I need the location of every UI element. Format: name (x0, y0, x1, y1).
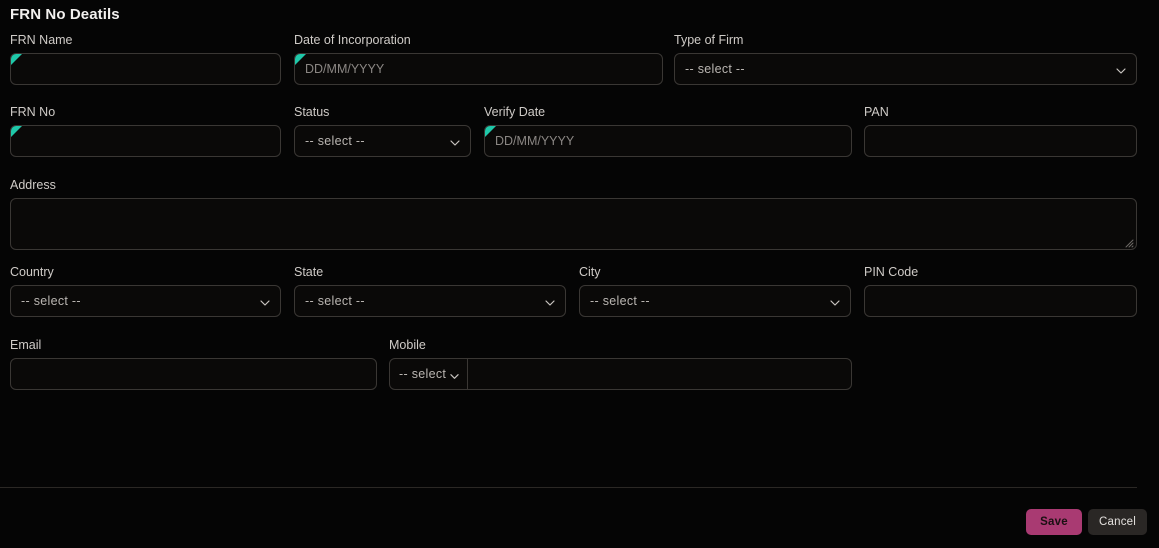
chevron-down-icon (450, 370, 459, 379)
form-row-3: Address (0, 178, 1159, 265)
field-pin-code: PIN Code (864, 265, 1137, 317)
field-pan: PAN (864, 105, 1137, 157)
address-textarea[interactable] (10, 198, 1137, 250)
field-address: Address (10, 178, 1137, 250)
city-select[interactable]: -- select -- (579, 285, 851, 317)
type-of-firm-value: -- select -- (685, 62, 745, 76)
field-label-state: State (294, 265, 324, 279)
form-row-2: FRN No Status -- select -- Verify Date D… (0, 105, 1159, 178)
frn-details-panel: FRN No Deatils FRN Name Date of Incorpor… (0, 0, 1159, 548)
state-select[interactable]: -- select -- (294, 285, 566, 317)
field-city: City -- select -- (579, 265, 851, 317)
form-row-4: Country -- select -- State -- select -- (0, 265, 1159, 338)
pan-input[interactable] (864, 125, 1137, 157)
field-label-address: Address (10, 178, 56, 192)
field-mobile: Mobile -- select (389, 338, 852, 390)
email-input[interactable] (10, 358, 377, 390)
type-of-firm-select[interactable]: -- select -- (674, 53, 1137, 85)
chevron-down-icon (450, 138, 460, 147)
field-label-pin-code: PIN Code (864, 265, 919, 279)
field-label-pan: PAN (864, 105, 889, 119)
pin-code-input[interactable] (864, 285, 1137, 317)
mobile-country-code-value: -- select (399, 367, 447, 381)
chevron-down-icon (1116, 66, 1126, 75)
frn-no-input[interactable] (10, 125, 281, 157)
footer-actions: Save Cancel (0, 488, 1159, 548)
field-state: State -- select -- (294, 265, 566, 317)
field-label-date-of-incorporation: Date of Incorporation (294, 33, 411, 47)
mobile-group: -- select (389, 358, 852, 390)
chevron-down-icon (545, 298, 555, 307)
mobile-country-code-select[interactable]: -- select (390, 359, 469, 389)
field-label-email: Email (10, 338, 42, 352)
cancel-button[interactable]: Cancel (1088, 509, 1147, 535)
form-row-5: Email Mobile -- select (0, 338, 1159, 398)
field-label-verify-date: Verify Date (484, 105, 546, 119)
verify-date-placeholder: DD/MM/YYYY (495, 134, 575, 148)
state-value: -- select -- (305, 294, 365, 308)
field-country: Country -- select -- (10, 265, 281, 317)
resize-handle-icon[interactable] (1122, 235, 1134, 248)
chevron-down-icon (830, 298, 840, 307)
city-value: -- select -- (590, 294, 650, 308)
field-email: Email (10, 338, 377, 390)
country-value: -- select -- (21, 294, 81, 308)
verify-date-input[interactable]: DD/MM/YYYY (484, 125, 852, 157)
save-button[interactable]: Save (1026, 509, 1082, 535)
field-label-city: City (579, 265, 601, 279)
field-type-of-firm: Type of Firm -- select -- (674, 33, 1137, 85)
status-value: -- select -- (305, 134, 365, 148)
mobile-number-input[interactable] (468, 359, 851, 389)
field-label-status: Status (294, 105, 330, 119)
form-row-1: FRN Name Date of Incorporation DD/MM/YYY… (0, 33, 1159, 105)
field-date-of-incorporation: Date of Incorporation DD/MM/YYYY (294, 33, 663, 85)
chevron-down-icon (260, 298, 270, 307)
field-verify-date: Verify Date DD/MM/YYYY (484, 105, 852, 157)
frn-name-input[interactable] (10, 53, 281, 85)
field-label-mobile: Mobile (389, 338, 426, 352)
field-label-frn-no: FRN No (10, 105, 56, 119)
field-label-type-of-firm: Type of Firm (674, 33, 744, 47)
country-select[interactable]: -- select -- (10, 285, 281, 317)
field-frn-no: FRN No (10, 105, 281, 157)
field-label-country: Country (10, 265, 54, 279)
page-title: FRN No Deatils (10, 6, 120, 23)
date-of-incorporation-input[interactable]: DD/MM/YYYY (294, 53, 663, 85)
mobile-number-value (468, 359, 478, 376)
form-area: FRN Name Date of Incorporation DD/MM/YYY… (0, 33, 1159, 398)
field-status: Status -- select -- (294, 105, 471, 157)
date-of-incorporation-placeholder: DD/MM/YYYY (305, 62, 385, 76)
field-label-frn-name: FRN Name (10, 33, 73, 47)
status-select[interactable]: -- select -- (294, 125, 471, 157)
field-frn-name: FRN Name (10, 33, 281, 85)
